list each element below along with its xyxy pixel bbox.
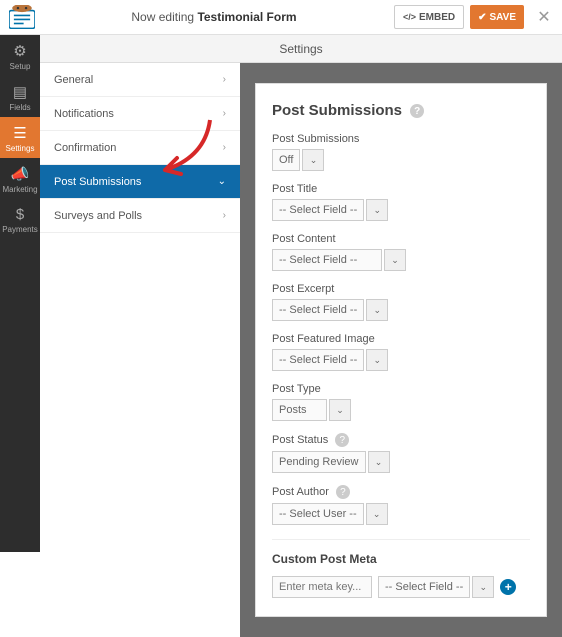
- code-icon: </>: [403, 12, 416, 22]
- settings-area: Post Submissions ? Post Submissions Off …: [240, 63, 562, 637]
- help-icon[interactable]: ?: [410, 104, 424, 118]
- sideitem-general[interactable]: General ›: [40, 63, 240, 97]
- post-featured-image-select[interactable]: -- Select Field --: [272, 349, 364, 371]
- meta-row: -- Select Field -- ⌄ +: [272, 576, 530, 598]
- field-post-submissions: Post Submissions Off ⌄: [272, 133, 530, 171]
- post-status-select[interactable]: Pending Review: [272, 451, 366, 473]
- chevron-right-icon: ›: [223, 74, 226, 85]
- divider: [272, 539, 530, 540]
- main: ⚙ Setup ▤ Fields ☰ Settings 📣 Marketing …: [0, 35, 562, 552]
- field-post-status: Post Status ? Pending Review ⌄: [272, 433, 530, 473]
- nav-settings[interactable]: ☰ Settings: [0, 117, 40, 158]
- dropdown-button[interactable]: ⌄: [366, 503, 388, 525]
- subheader: Settings: [40, 35, 562, 63]
- help-icon[interactable]: ?: [336, 485, 350, 499]
- chevron-right-icon: ›: [223, 210, 226, 221]
- dropdown-button[interactable]: ⌄: [366, 199, 388, 221]
- dropdown-button[interactable]: ⌄: [329, 399, 351, 421]
- field-post-title: Post Title -- Select Field -- ⌄: [272, 183, 530, 221]
- meta-field-select[interactable]: -- Select Field --: [378, 576, 470, 598]
- bullhorn-icon: 📣: [0, 165, 40, 183]
- chevron-down-icon: ⌄: [218, 176, 226, 187]
- post-content-select[interactable]: -- Select Field --: [272, 249, 382, 271]
- sliders-icon: ☰: [0, 124, 40, 142]
- post-submissions-card: Post Submissions ? Post Submissions Off …: [255, 83, 547, 617]
- dropdown-button[interactable]: ⌄: [368, 451, 390, 473]
- dollar-icon: $: [0, 206, 40, 223]
- meta-key-input[interactable]: [272, 576, 372, 598]
- field-post-excerpt: Post Excerpt -- Select Field -- ⌄: [272, 283, 530, 321]
- close-button[interactable]: ✕: [534, 7, 554, 27]
- nav-setup[interactable]: ⚙ Setup: [0, 35, 40, 76]
- nav-payments[interactable]: $ Payments: [0, 199, 40, 239]
- form-name: Testimonial Form: [197, 10, 296, 24]
- dropdown-button[interactable]: ⌄: [384, 249, 406, 271]
- chevron-right-icon: ›: [223, 108, 226, 119]
- field-post-type: Post Type Posts ⌄: [272, 383, 530, 421]
- nav-marketing[interactable]: 📣 Marketing: [0, 158, 40, 199]
- content: General › Notifications › Confirmation ›…: [40, 63, 562, 637]
- sideitem-notifications[interactable]: Notifications ›: [40, 97, 240, 131]
- meta-title: Custom Post Meta: [272, 552, 530, 566]
- wpforms-logo: [8, 4, 36, 30]
- post-submissions-select[interactable]: Off: [272, 149, 300, 171]
- field-post-featured-image: Post Featured Image -- Select Field -- ⌄: [272, 333, 530, 371]
- post-excerpt-select[interactable]: -- Select Field --: [272, 299, 364, 321]
- card-title: Post Submissions ?: [272, 102, 530, 119]
- editing-prefix: Now editing: [131, 10, 194, 24]
- field-post-content: Post Content -- Select Field -- ⌄: [272, 233, 530, 271]
- post-author-select[interactable]: -- Select User --: [272, 503, 364, 525]
- left-nav: ⚙ Setup ▤ Fields ☰ Settings 📣 Marketing …: [0, 35, 40, 552]
- help-icon[interactable]: ?: [335, 433, 349, 447]
- sideitem-surveys-polls[interactable]: Surveys and Polls ›: [40, 199, 240, 233]
- dropdown-button[interactable]: ⌄: [366, 299, 388, 321]
- nav-fields[interactable]: ▤ Fields: [0, 76, 40, 117]
- add-meta-button[interactable]: +: [500, 579, 516, 595]
- topbar: Now editing Testimonial Form </> EMBED ✔…: [0, 0, 562, 35]
- settings-sidepanel: General › Notifications › Confirmation ›…: [40, 63, 240, 637]
- sideitem-confirmation[interactable]: Confirmation ›: [40, 131, 240, 165]
- list-icon: ▤: [0, 83, 40, 101]
- dropdown-button[interactable]: ⌄: [302, 149, 324, 171]
- sideitem-post-submissions[interactable]: Post Submissions ⌄: [40, 165, 240, 199]
- dropdown-button[interactable]: ⌄: [366, 349, 388, 371]
- post-title-select[interactable]: -- Select Field --: [272, 199, 364, 221]
- field-post-author: Post Author ? -- Select User -- ⌄: [272, 485, 530, 525]
- editing-title: Now editing Testimonial Form: [40, 10, 388, 24]
- dropdown-button[interactable]: ⌄: [472, 576, 494, 598]
- embed-button[interactable]: </> EMBED: [394, 5, 464, 29]
- chevron-right-icon: ›: [223, 142, 226, 153]
- post-type-select[interactable]: Posts: [272, 399, 327, 421]
- check-icon: ✔: [478, 12, 486, 23]
- save-button[interactable]: ✔ SAVE: [470, 5, 524, 29]
- gear-icon: ⚙: [0, 42, 40, 60]
